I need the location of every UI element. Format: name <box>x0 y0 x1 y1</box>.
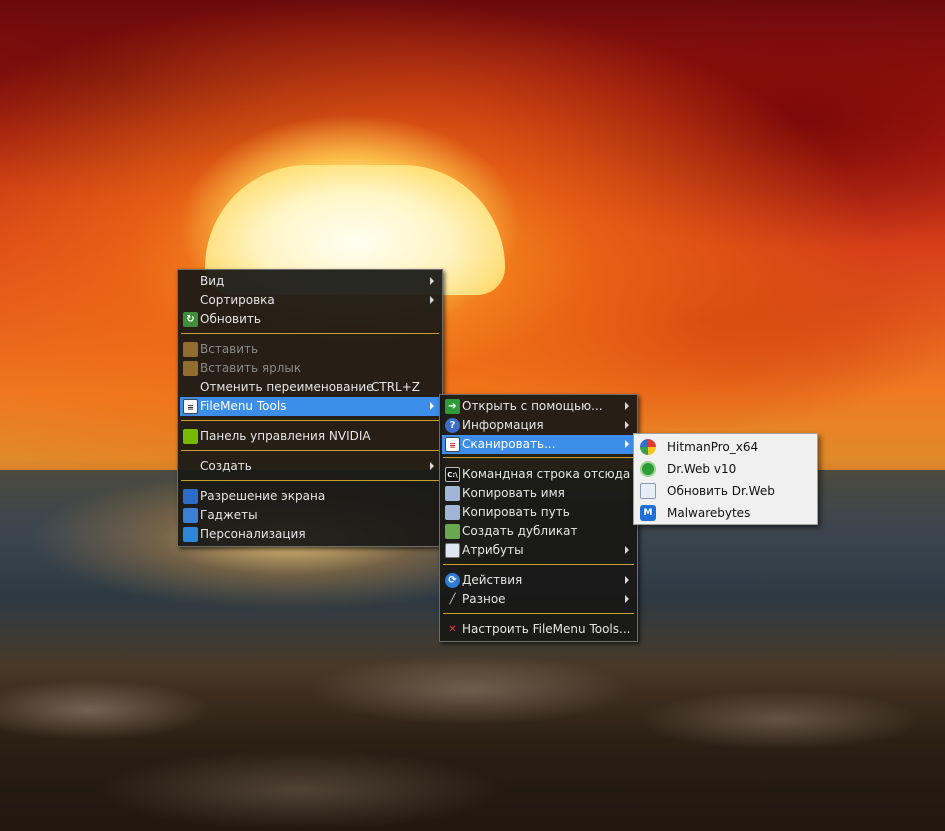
menu-separator <box>181 333 439 334</box>
menu-item-label: Разное <box>462 592 506 606</box>
drweb-update-icon <box>640 483 656 499</box>
submenu-arrow-icon <box>625 421 629 429</box>
copy-name-icon <box>445 486 460 501</box>
menu-item-shortcut: CTRL+Z <box>370 380 420 394</box>
menu-item-attributes[interactable]: Атрибуты <box>442 541 635 560</box>
menu-item-nvidia[interactable]: Панель управления NVIDIA <box>180 427 440 446</box>
menu-item-label: Командная строка отсюда <box>462 467 631 481</box>
menu-item-label: Сканировать... <box>462 437 556 451</box>
menu-item-configure-filemenu-tools[interactable]: ✕ Настроить FileMenu Tools... <box>442 620 635 639</box>
menu-item-label: Dr.Web v10 <box>667 462 737 476</box>
duplicate-icon <box>445 524 460 539</box>
submenu-arrow-icon <box>430 296 434 304</box>
menu-item-refresh[interactable]: ↻ Обновить <box>180 310 440 329</box>
scan-submenu: HitmanPro_x64 Dr.Web v10 Обновить Dr.Web… <box>633 433 818 525</box>
menu-item-screen-resolution[interactable]: Разрешение экрана <box>180 487 440 506</box>
nvidia-icon <box>183 429 198 444</box>
menu-separator <box>181 480 439 481</box>
settings-tools-icon: ✕ <box>448 624 457 635</box>
gadgets-icon <box>183 508 198 523</box>
menu-item-label: Сортировка <box>200 293 275 307</box>
menu-item-label: HitmanPro_x64 <box>667 440 759 454</box>
menu-item-paste[interactable]: Вставить <box>180 340 440 359</box>
menu-item-duplicate[interactable]: Создать дубликат <box>442 522 635 541</box>
menu-item-label: Вставить ярлык <box>200 361 302 375</box>
menu-item-view[interactable]: Вид <box>180 272 440 291</box>
misc-icon: ╱ <box>449 594 456 605</box>
menu-item-scan[interactable]: ≡ Сканировать... <box>442 435 635 454</box>
paste-shortcut-icon <box>183 361 198 376</box>
menu-item-undo-rename[interactable]: Отменить переименование CTRL+Z <box>180 378 440 397</box>
surf-foam <box>0 650 945 831</box>
submenu-arrow-icon <box>625 402 629 410</box>
menu-item-label: Вставить <box>200 342 259 356</box>
submenu-arrow-icon <box>430 277 434 285</box>
menu-item-paste-shortcut[interactable]: Вставить ярлык <box>180 359 440 378</box>
actions-icon: ⟳ <box>445 573 460 588</box>
menu-item-filemenu-tools[interactable]: ≡ FileMenu Tools <box>180 397 440 416</box>
malwarebytes-icon: M <box>640 505 656 521</box>
menu-item-label: Вид <box>200 274 225 288</box>
menu-item-update-drweb[interactable]: Обновить Dr.Web <box>637 480 814 502</box>
personalization-icon <box>183 527 198 542</box>
refresh-icon: ↻ <box>183 312 198 327</box>
menu-item-label: Открыть с помощью... <box>462 399 603 413</box>
menu-separator <box>443 564 634 565</box>
cmd-icon: C:\ <box>445 467 460 482</box>
menu-item-command-prompt[interactable]: C:\ Командная строка отсюда <box>442 465 635 484</box>
menu-item-label: Malwarebytes <box>667 506 751 520</box>
paste-icon <box>183 342 198 357</box>
menu-item-label: Настроить FileMenu Tools... <box>462 622 631 636</box>
submenu-arrow-icon <box>625 595 629 603</box>
menu-item-label: Действия <box>462 573 523 587</box>
open-with-icon: ➔ <box>445 399 460 414</box>
menu-item-hitmanpro[interactable]: HitmanPro_x64 <box>637 436 814 458</box>
menu-item-malwarebytes[interactable]: M Malwarebytes <box>637 502 814 524</box>
menu-item-label: Отменить переименование <box>200 380 374 394</box>
menu-item-label: FileMenu Tools <box>200 399 287 413</box>
info-icon: ? <box>445 418 460 433</box>
menu-item-label: Гаджеты <box>200 508 258 522</box>
submenu-arrow-icon <box>430 402 434 410</box>
menu-item-label: Копировать имя <box>462 486 565 500</box>
menu-item-misc[interactable]: ╱ Разное <box>442 590 635 609</box>
menu-item-label: Обновить <box>200 312 261 326</box>
menu-item-copy-path[interactable]: Копировать путь <box>442 503 635 522</box>
menu-item-gadgets[interactable]: Гаджеты <box>180 506 440 525</box>
submenu-arrow-icon <box>430 462 434 470</box>
scan-icon: ≡ <box>445 437 460 452</box>
desktop-context-menu: Вид Сортировка ↻ Обновить Вставить Встав… <box>177 269 443 547</box>
filemenu-tools-submenu: ➔ Открыть с помощью... ? Информация ≡ Ск… <box>439 394 638 642</box>
menu-item-actions[interactable]: ⟳ Действия <box>442 571 635 590</box>
filemenu-tools-icon: ≡ <box>183 399 198 414</box>
menu-item-label: Создать дубликат <box>462 524 578 538</box>
menu-item-label: Персонализация <box>200 527 306 541</box>
menu-item-label: Разрешение экрана <box>200 489 326 503</box>
menu-item-label: Атрибуты <box>462 543 524 557</box>
submenu-arrow-icon <box>625 440 629 448</box>
display-icon <box>183 489 198 504</box>
menu-separator <box>181 450 439 451</box>
menu-item-label: Панель управления NVIDIA <box>200 429 371 443</box>
menu-separator <box>443 613 634 614</box>
menu-item-label: Создать <box>200 459 252 473</box>
menu-item-open-with[interactable]: ➔ Открыть с помощью... <box>442 397 635 416</box>
menu-item-personalization[interactable]: Персонализация <box>180 525 440 544</box>
drweb-icon <box>640 461 656 477</box>
menu-item-label: Копировать путь <box>462 505 570 519</box>
menu-item-create[interactable]: Создать <box>180 457 440 476</box>
attributes-icon <box>445 543 460 558</box>
menu-separator <box>181 420 439 421</box>
menu-item-label: Информация <box>462 418 544 432</box>
hitmanpro-icon <box>640 439 656 455</box>
submenu-arrow-icon <box>625 576 629 584</box>
menu-item-drweb[interactable]: Dr.Web v10 <box>637 458 814 480</box>
submenu-arrow-icon <box>625 546 629 554</box>
menu-item-copy-name[interactable]: Копировать имя <box>442 484 635 503</box>
menu-item-sort[interactable]: Сортировка <box>180 291 440 310</box>
copy-path-icon <box>445 505 460 520</box>
menu-item-information[interactable]: ? Информация <box>442 416 635 435</box>
menu-item-label: Обновить Dr.Web <box>667 484 775 498</box>
menu-separator <box>443 457 634 458</box>
